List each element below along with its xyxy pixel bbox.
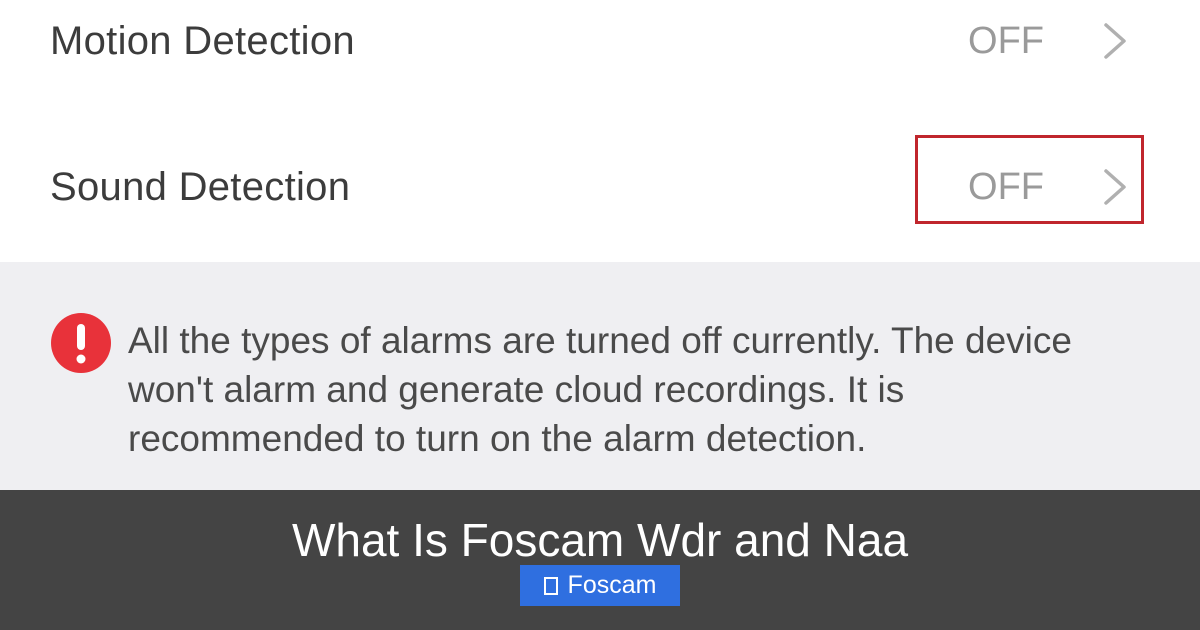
sound-detection-label: Sound Detection [50, 165, 351, 209]
exclamation-circle-icon [51, 313, 111, 373]
chevron-right-icon [1104, 23, 1126, 59]
category-tag-label: Foscam [567, 571, 657, 599]
motion-detection-label: Motion Detection [50, 19, 355, 63]
page: Motion Detection OFF Sound Detection OFF… [0, 0, 1200, 630]
alarm-off-notice: All the types of alarms are turned off c… [0, 262, 1200, 492]
motion-detection-row[interactable]: Motion Detection OFF [0, 0, 1200, 107]
motion-detection-value: OFF [968, 20, 1044, 62]
article-title-banner: What Is Foscam Wdr and Naa Foscam [0, 490, 1200, 630]
notice-text: All the types of alarms are turned off c… [128, 320, 1072, 459]
sound-detection-highlight-box [915, 135, 1144, 224]
tag-icon [543, 576, 558, 595]
article-title: What Is Foscam Wdr and Naa [291, 514, 909, 566]
category-tag-foscam[interactable]: Foscam [520, 565, 680, 606]
